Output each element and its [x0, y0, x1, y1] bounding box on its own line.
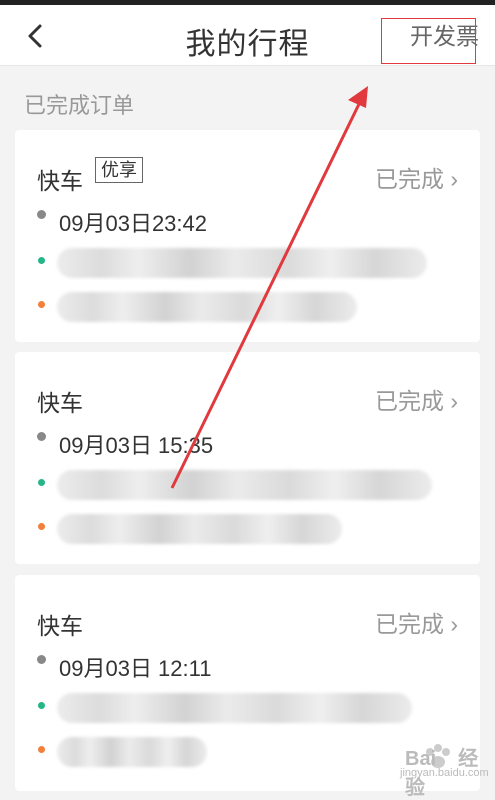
start-dot-icon [38, 702, 45, 709]
order-status[interactable]: 已完成 › [375, 605, 458, 639]
order-time: 09月03日 15:35 [59, 433, 214, 458]
start-dot-icon [38, 257, 45, 264]
clock-icon [37, 432, 46, 441]
chevron-right-icon: › [450, 166, 458, 192]
order-status[interactable]: 已完成 › [375, 160, 458, 194]
end-dot-icon [38, 301, 45, 308]
status-label: 已完成 [374, 611, 444, 637]
watermark-site: jingyan.baidu.com [400, 767, 489, 779]
section-title: 已完成订单 [24, 93, 135, 118]
order-status[interactable]: 已完成 › [375, 382, 458, 416]
clock-icon [37, 210, 46, 219]
order-card[interactable]: 快车 优享 已完成 › 09月03日23:42 [15, 130, 480, 342]
end-dot-icon [38, 523, 45, 530]
clock-icon [37, 655, 46, 664]
end-address-redacted [57, 737, 207, 767]
start-address-redacted [57, 248, 427, 278]
end-dot-icon [38, 746, 45, 753]
status-label: 已完成 [374, 388, 444, 414]
invoice-button[interactable]: 开发票 [410, 17, 479, 51]
status-label: 已完成 [374, 166, 444, 192]
order-type: 快车 [37, 168, 83, 194]
chevron-right-icon: › [450, 611, 458, 637]
chevron-right-icon: › [450, 388, 458, 414]
order-time: 09月03日 12:11 [59, 656, 212, 681]
order-tag: 优享 [95, 157, 143, 183]
start-address-redacted [57, 693, 412, 723]
order-type: 快车 [37, 390, 83, 416]
order-time: 09月03日23:42 [59, 211, 207, 236]
end-address-redacted [57, 514, 342, 544]
start-address-redacted [57, 470, 432, 500]
nav-bar: 我的行程 开发票 [0, 5, 495, 66]
end-address-redacted [57, 292, 357, 322]
order-card[interactable]: 快车 已完成 › 09月03日 15:35 [15, 352, 480, 564]
start-dot-icon [38, 479, 45, 486]
order-type: 快车 [37, 613, 83, 639]
